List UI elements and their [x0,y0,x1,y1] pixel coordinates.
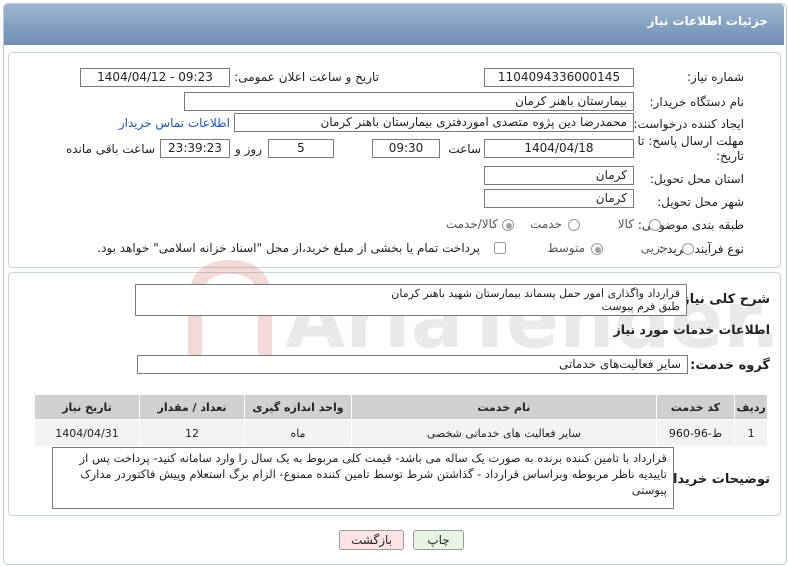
description-line-1: قرارداد واگذاری امور حمل پسماند بیمارستا… [391,287,680,300]
days-label: روز و [235,142,262,156]
need-number-field: 1104094336000145 [484,68,634,87]
col-code: کد خدمت [655,394,736,420]
need-number-label: شماره نیاز: [687,70,744,84]
remaining-label: ساعت باقی مانده [65,142,155,156]
city-label: شهر محل تحویل: [657,195,744,209]
description-label: شرح کلی نیاز: [676,292,770,307]
deadline-label: مهلت ارسال پاسخ: تا تاریخ: [637,134,744,163]
process-minor-label: جزیی [640,241,668,255]
col-unit: واحد اندازه گیری [243,394,352,420]
cell-qty: 12 [139,419,245,447]
page-title: جزئیات اطلاعات نیاز [647,14,768,28]
category-goods-label: کالا [617,217,634,231]
service-group-label: گروه خدمت: [690,358,770,373]
description-field: قرارداد واگذاری امور حمل پسماند بیمارستا… [135,284,687,316]
requester-label: ایجاد کننده درخواست: [633,117,744,131]
col-date: تاریخ نیاز [33,394,141,420]
category-radio-goods[interactable] [649,219,661,231]
province-field: کرمان [484,166,634,185]
cell-name: سایر فعالیت های خدماتی شخصی [350,419,657,447]
deadline-date-field: 1404/04/18 [484,139,634,158]
table-header-row: ردیف کد خدمت نام خدمت واحد اندازه گیری ت… [33,394,768,420]
col-row: ردیف [734,394,768,420]
announce-label: تاریخ و ساعت اعلان عمومی: [234,70,379,84]
print-button[interactable]: چاپ [413,530,464,550]
cell-unit: ماه [243,419,352,447]
deadline-time-label: ساعت [448,142,481,156]
buyer-org-field: بیمارستان باهنر کرمان [184,92,634,111]
city-field: کرمان [484,189,634,208]
table-row: 1 ط-96-960 سایر فعالیت های خدماتی شخصی م… [33,419,768,447]
days-field: 5 [268,139,334,158]
treasury-payment-text: پرداخت تمام یا بخشی از مبلغ خرید،از محل … [97,241,480,255]
buyer-contact-link[interactable]: اطلاعات تماس خریدار [119,116,230,130]
services-section-title: اطلاعات خدمات مورد نیاز [613,322,771,337]
col-name: نام خدمت [350,394,657,420]
treasury-checkbox[interactable] [494,242,506,254]
back-button[interactable]: بازگشت [339,530,404,550]
process-label: نوع فرآیند خرید : [659,242,744,256]
category-radio-service[interactable] [568,219,580,231]
remaining-time-field: 23:39:23 [160,139,230,158]
service-group-field: سایر فعالیت‌های خدماتی [137,355,688,374]
process-radio-medium[interactable] [591,243,603,255]
announce-field: 1404/04/12 - 09:23 [80,68,230,87]
process-medium-label: متوسط [547,241,585,255]
requester-field: محمدرضا دین پژوه متصدی اموردفتری بیمارست… [234,113,634,132]
buyer-notes-label: توضیحات خریدار: [660,472,770,487]
cell-row: 1 [734,419,768,447]
services-table: ردیف کد خدمت نام خدمت واحد اندازه گیری ت… [33,394,768,447]
process-radio-minor[interactable] [682,243,694,255]
province-label: استان محل تحویل: [649,172,744,186]
cell-date: 1404/04/31 [33,419,141,447]
category-goods-service-label: کالا/خدمت [445,217,498,231]
deadline-time-field: 09:30 [372,139,440,158]
category-service-label: خدمت [530,217,562,231]
category-radio-goods-service[interactable] [502,219,514,231]
col-qty: تعداد / مقدار [139,394,245,420]
buyer-org-label: نام دستگاه خریدار: [649,95,745,109]
buyer-notes-field: قرارداد با تامین کننده برنده به صورت یک … [52,447,674,509]
cell-code: ط-96-960 [655,419,736,447]
description-line-2: طبق فرم پیوست [601,300,680,313]
